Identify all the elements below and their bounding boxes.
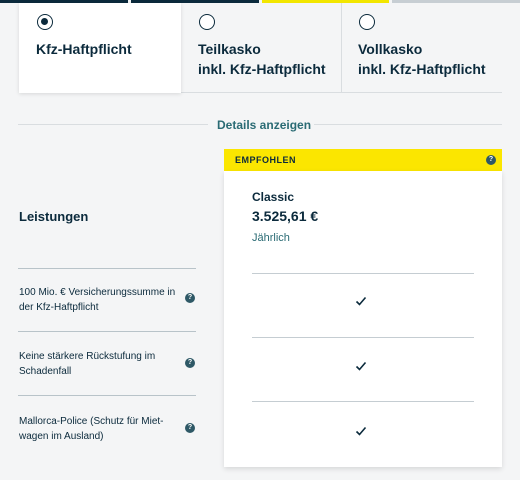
divider [18,124,208,125]
card-divider [252,401,474,402]
tab-label: Teilkasko inkl. Kfz-Haftpflicht [198,39,326,79]
divider [314,124,502,125]
tab-teilkasko[interactable]: Teilkasko inkl. Kfz-Haftpflicht [181,3,341,93]
section-heading: Leistungen [19,209,89,224]
plan-name: Classic [252,190,295,204]
feature-text: Mallorca-Police (Schutz für Miet-wagen i… [19,416,164,442]
tab-label-line2: inkl. Kfz-Haftpflicht [358,61,486,77]
plan-card[interactable]: Classic 3.525,61 € Jährlich [224,171,502,467]
help-icon[interactable]: ? [486,155,496,165]
checkmark-icon [355,296,367,306]
tab-vollkasko[interactable]: Vollkasko inkl. Kfz-Haftpflicht [342,3,502,93]
plan-period: Jährlich [252,232,290,244]
help-icon[interactable]: ? [185,358,195,368]
radio-icon[interactable] [199,14,215,30]
checkmark-icon [355,426,367,436]
feature-divider [18,268,196,269]
feature-text: Keine stärkere Rückstufung im Schadenfal… [19,351,156,377]
details-link[interactable]: Details anzeigen [217,118,311,132]
radio-selected-icon[interactable] [37,14,53,30]
recommended-badge: EMPFOHLEN [235,155,297,165]
feature-text: 100 Mio. € Versicherungssumme in der Kfz… [19,287,176,313]
tab-label: Vollkasko inkl. Kfz-Haftpflicht [358,39,486,79]
card-divider [252,273,474,274]
details-toggle-row: Details anzeigen [18,118,502,132]
help-icon[interactable]: ? [185,423,195,433]
recommended-banner: EMPFOHLEN ? [224,149,502,171]
tab-label-line2: inkl. Kfz-Haftpflicht [198,61,326,77]
checkmark-icon [355,361,367,371]
feature-divider [18,331,196,332]
help-icon[interactable]: ? [185,293,195,303]
radio-icon[interactable] [359,14,375,30]
tab-label: Kfz-Haftpflicht [36,41,132,57]
card-divider [252,337,474,338]
plan-price: 3.525,61 € [252,208,319,224]
tab-kfz-haftpflicht[interactable]: Kfz-Haftpflicht [19,3,181,93]
feature-divider [18,395,196,396]
tab-label-line1: Vollkasko [358,41,423,57]
tab-label-line1: Teilkasko [198,41,261,57]
